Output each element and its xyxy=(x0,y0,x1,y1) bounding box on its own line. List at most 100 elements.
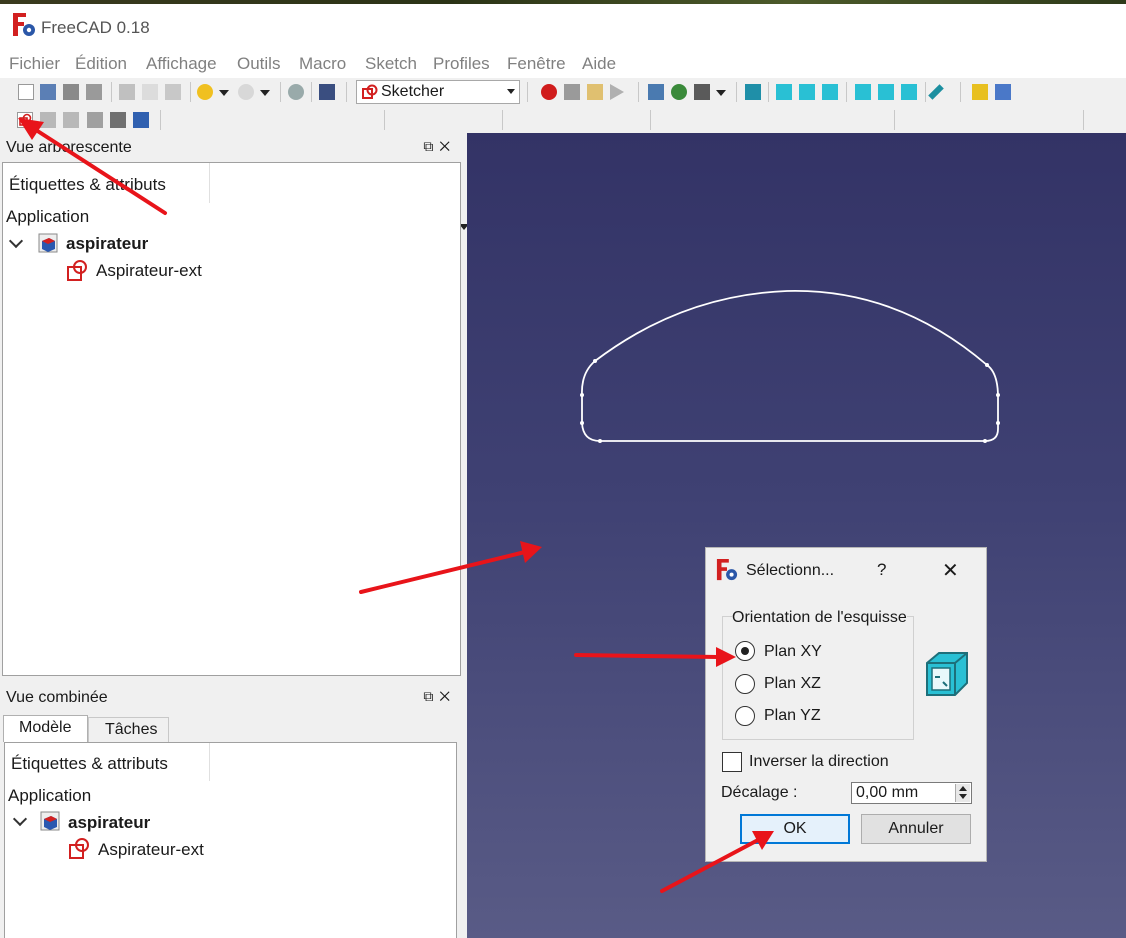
redo-icon[interactable] xyxy=(238,84,254,100)
tree-view[interactable]: Étiquettes & attributs Application aspir… xyxy=(2,162,461,676)
ok-button[interactable]: OK xyxy=(740,814,850,844)
fit-all-icon[interactable] xyxy=(648,84,664,100)
combo-float-close-icons[interactable]: ⧉✕ xyxy=(423,688,456,705)
menu-macro[interactable]: Macro xyxy=(299,54,346,74)
whats-this-icon[interactable] xyxy=(319,84,335,100)
combo-document-icon xyxy=(40,811,60,831)
tab-taches[interactable]: Tâches xyxy=(88,717,169,742)
new-sketch-icon[interactable] xyxy=(17,112,33,128)
combo-panel-title: Vue combinée xyxy=(6,689,108,706)
workbench-dropdown-icon[interactable] xyxy=(507,89,515,94)
right-view-icon[interactable] xyxy=(822,84,838,100)
menu-fichier[interactable]: Fichier xyxy=(9,54,60,74)
tree-application[interactable]: Application xyxy=(6,207,89,227)
dialog-freecad-icon xyxy=(716,559,738,581)
menu-sketch[interactable]: Sketch xyxy=(365,54,417,74)
menu-edition[interactable]: Édition xyxy=(75,54,127,74)
orientation-group-title: Orientation de l'esquisse xyxy=(732,609,907,627)
menu-profiles[interactable]: Profiles xyxy=(433,54,490,74)
view-section-icon[interactable] xyxy=(110,112,126,128)
cut-icon[interactable] xyxy=(119,84,135,100)
menu-aide[interactable]: Aide xyxy=(582,54,616,74)
panel-float-close-icons[interactable]: ⧉✕ xyxy=(423,138,456,155)
plane-preview-icon xyxy=(926,652,968,696)
radio-plan-xy-label[interactable]: Plan XY xyxy=(764,643,822,661)
redo-dropdown-icon[interactable] xyxy=(260,90,270,96)
invert-direction-checkbox[interactable] xyxy=(722,752,742,772)
isometric-view-icon[interactable] xyxy=(745,84,761,100)
freecad-logo-icon xyxy=(13,13,35,36)
title-bar: FreeCAD 0.18 xyxy=(0,4,1126,46)
radio-plan-xz-label[interactable]: Plan XZ xyxy=(764,675,821,693)
combo-chevron-down-icon[interactable] xyxy=(12,811,28,827)
combo-tree-view[interactable]: Étiquettes & attributs Application aspir… xyxy=(4,742,457,938)
tree-panel-header: Vue arborescente ⧉✕ xyxy=(0,136,466,160)
tree-document-aspirateur[interactable]: aspirateur xyxy=(66,234,148,254)
group-folder-icon[interactable] xyxy=(995,84,1011,100)
fit-selection-icon[interactable] xyxy=(671,84,687,100)
offset-label: Décalage : xyxy=(721,784,798,801)
combo-tree-application[interactable]: Application xyxy=(8,786,91,806)
edit-sketch-icon[interactable] xyxy=(40,112,56,128)
open-icon[interactable] xyxy=(40,84,56,100)
undo-icon[interactable] xyxy=(197,84,213,100)
print-icon[interactable] xyxy=(86,84,102,100)
refresh-icon[interactable] xyxy=(288,84,304,100)
workbench-label: Sketcher xyxy=(381,83,445,100)
undo-dropdown-icon[interactable] xyxy=(219,90,229,96)
tree-sketch-aspirateur-ext[interactable]: Aspirateur-ext xyxy=(96,261,202,281)
sketch-orientation-dialog: Sélectionn... ? ✕ Orientation de l'esqui… xyxy=(705,547,987,862)
dialog-help-button[interactable]: ? xyxy=(877,560,886,580)
spin-arrows-icon[interactable] xyxy=(955,784,970,802)
menu-outils[interactable]: Outils xyxy=(237,54,280,74)
top-view-icon[interactable] xyxy=(799,84,815,100)
record-macro-icon[interactable] xyxy=(541,84,557,100)
copy-icon[interactable] xyxy=(142,84,158,100)
rear-view-icon[interactable] xyxy=(855,84,871,100)
dialog-title: Sélectionn... xyxy=(746,562,835,579)
combo-tree-sketch-aspirateur-ext[interactable]: Aspirateur-ext xyxy=(98,840,204,860)
menu-affichage[interactable]: Affichage xyxy=(146,54,217,74)
measure-icon[interactable] xyxy=(928,84,944,100)
save-icon[interactable] xyxy=(63,84,79,100)
radio-plan-yz-label[interactable]: Plan YZ xyxy=(764,707,821,725)
tree-column-label: Étiquettes & attributs xyxy=(9,175,166,194)
offset-spinbox[interactable]: 0,00 mm xyxy=(851,782,972,804)
cancel-button[interactable]: Annuler xyxy=(861,814,971,844)
chevron-down-icon[interactable] xyxy=(8,233,24,249)
offset-value: 0,00 mm xyxy=(856,784,919,801)
radio-plan-xy[interactable] xyxy=(735,641,755,661)
combo-tree-document-aspirateur[interactable]: aspirateur xyxy=(68,813,150,833)
run-macro-icon[interactable] xyxy=(610,84,624,100)
invert-direction-label[interactable]: Inverser la direction xyxy=(749,753,889,771)
tab-taches-label: Tâches xyxy=(105,721,158,738)
menu-fenetre[interactable]: Fenêtre xyxy=(507,54,566,74)
draw-style-icon[interactable] xyxy=(694,84,710,100)
combo-column-header[interactable]: Étiquettes & attributs xyxy=(5,743,210,781)
combo-panel-header: Vue combinée ⧉✕ xyxy=(0,686,466,710)
front-view-icon[interactable] xyxy=(776,84,792,100)
dialog-close-button[interactable]: ✕ xyxy=(942,558,959,583)
radio-plan-yz[interactable] xyxy=(735,706,755,726)
window-title: FreeCAD 0.18 xyxy=(41,18,150,37)
tab-modele-label: Modèle xyxy=(19,719,72,736)
paste-icon[interactable] xyxy=(165,84,181,100)
part-icon[interactable] xyxy=(972,84,988,100)
tree-panel-title: Vue arborescente xyxy=(6,139,132,156)
tab-modele[interactable]: Modèle xyxy=(3,715,88,742)
draw-style-dropdown-icon[interactable] xyxy=(716,90,726,96)
edit-macro-icon[interactable] xyxy=(587,84,603,100)
sketcher-icon xyxy=(362,84,378,99)
stop-macro-icon[interactable] xyxy=(564,84,580,100)
left-view-icon[interactable] xyxy=(901,84,917,100)
map-sketch-icon[interactable] xyxy=(133,112,149,128)
bottom-view-icon[interactable] xyxy=(878,84,894,100)
combo-sketch-icon xyxy=(69,838,89,859)
radio-plan-xz[interactable] xyxy=(735,674,755,694)
new-document-icon[interactable] xyxy=(18,84,34,100)
view-sketch-icon[interactable] xyxy=(87,112,103,128)
workbench-selector[interactable]: Sketcher xyxy=(356,80,520,104)
menu-bar: Fichier Édition Affichage Outils Macro S… xyxy=(0,46,1126,78)
tree-column-header[interactable]: Étiquettes & attributs xyxy=(3,163,210,203)
leave-sketch-icon[interactable] xyxy=(63,112,79,128)
